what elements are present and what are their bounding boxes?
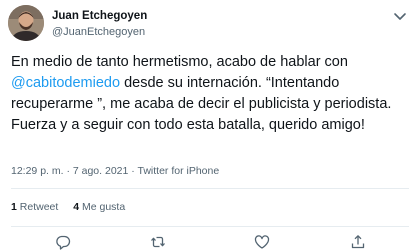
more-options-icon[interactable] [392,10,408,24]
likes-label: Me gusta [81,201,126,213]
tweet-date[interactable]: 7 ago. 2021 [73,165,128,177]
likes-stat[interactable]: 4 Me gusta [73,201,125,213]
divider [11,226,409,227]
retweets-stat[interactable]: 1 Retweet [11,201,58,213]
avatar-image [8,5,44,41]
divider [11,188,409,189]
tweet-source[interactable]: Twitter for iPhone [138,165,220,177]
retweets-label: Retweet [19,201,59,213]
tweet-card: Juan Etchegoyen @JuanEtchegoyen En medio… [0,0,420,252]
tweet-meta: 12:29 p. m. · 7 ago. 2021 · Twitter for … [11,165,219,177]
author-name[interactable]: Juan Etchegoyen [52,10,147,22]
like-icon[interactable] [253,233,271,251]
meta-separator: · [66,165,70,177]
retweet-icon[interactable] [149,233,167,251]
likes-count: 4 [73,201,80,213]
meta-separator-2: · [131,165,135,177]
author-handle[interactable]: @JuanEtchegoyen [52,26,145,38]
reply-icon[interactable] [54,233,72,251]
retweets-count: 1 [11,201,17,213]
tweet-time[interactable]: 12:29 p. m. [11,165,64,177]
tweet-text: En medio de tanto hermetismo, acabo de h… [11,52,411,136]
mention-link[interactable]: @cabitodemiedo [11,75,120,91]
avatar[interactable] [8,5,44,41]
tweet-stats: 1 Retweet 4 Me gusta [11,201,137,213]
tweet-text-before: En medio de tanto hermetismo, acabo de h… [11,54,348,70]
share-icon[interactable] [349,233,367,251]
action-bar [0,233,420,251]
